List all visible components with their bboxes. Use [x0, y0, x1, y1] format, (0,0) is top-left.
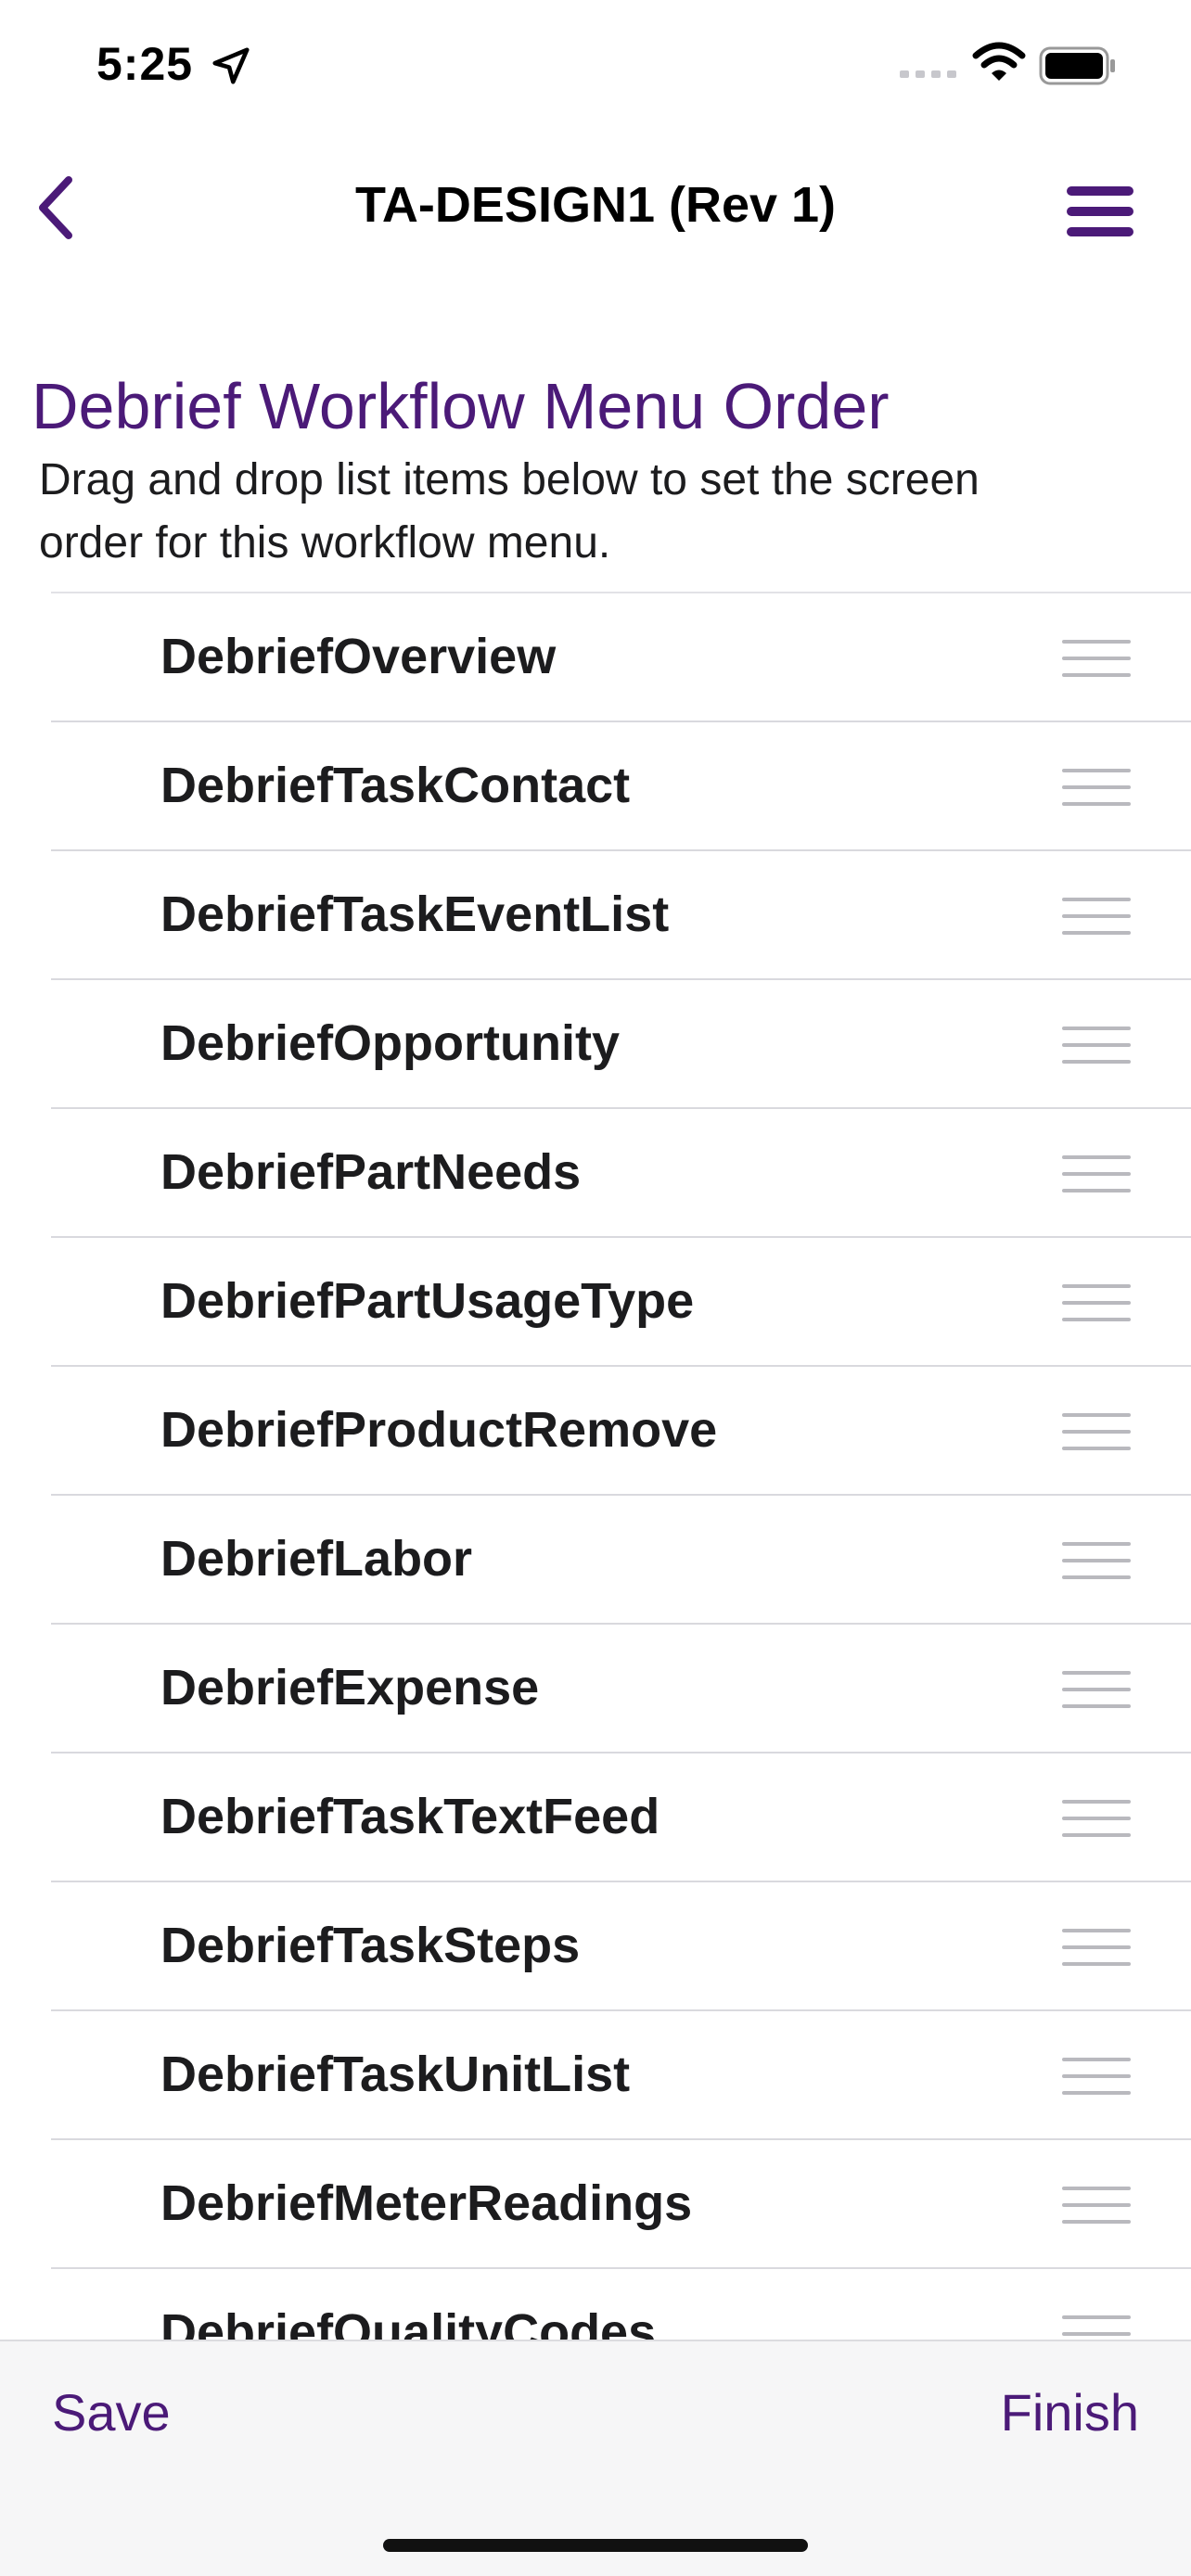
workflow-menu-list: DebriefOverview DebriefTaskContact Debri…	[51, 592, 1191, 2340]
list-item[interactable]: DebriefMeterReadings	[51, 2140, 1191, 2269]
wifi-icon	[972, 42, 1026, 81]
list-item[interactable]: DebriefTaskEventList	[51, 851, 1191, 980]
drag-handle-icon[interactable]	[1062, 769, 1131, 806]
list-item-label: DebriefTaskContact	[160, 758, 631, 813]
screen: 5:25 TA-DESIGN1 (Rev 1) Debrief Workflow…	[0, 0, 1191, 2576]
list-item-label: DebriefLabor	[160, 1531, 473, 1587]
hamburger-menu-icon	[1067, 186, 1133, 236]
list-item-label: DebriefOpportunity	[160, 1015, 620, 1071]
list-item-label: DebriefProductRemove	[160, 1402, 718, 1458]
list-item[interactable]: DebriefProductRemove	[51, 1367, 1191, 1496]
menu-button[interactable]	[1056, 174, 1145, 249]
drag-handle-icon[interactable]	[1062, 1542, 1131, 1579]
list-item[interactable]: DebriefQualityCodes	[51, 2269, 1191, 2340]
list-item-label: DebriefPartUsageType	[160, 1273, 695, 1329]
list-item[interactable]: DebriefOverview	[51, 593, 1191, 722]
drag-handle-icon[interactable]	[1062, 1671, 1131, 1708]
list-item[interactable]: DebriefTaskTextFeed	[51, 1753, 1191, 1882]
list-item-label: DebriefTaskEventList	[160, 886, 670, 942]
list-item[interactable]: DebriefTaskContact	[51, 722, 1191, 851]
cellular-signal-icon	[900, 70, 956, 78]
list-item-label: DebriefTaskUnitList	[160, 2047, 631, 2102]
drag-handle-icon[interactable]	[1062, 1800, 1131, 1837]
list-item-label: DebriefMeterReadings	[160, 2175, 693, 2231]
drag-handle-icon[interactable]	[1062, 2058, 1131, 2095]
list-item-label: DebriefExpense	[160, 1660, 540, 1715]
list-item[interactable]: DebriefExpense	[51, 1625, 1191, 1753]
list-item[interactable]: DebriefTaskUnitList	[51, 2011, 1191, 2140]
page-description: Drag and drop list items below to set th…	[39, 455, 980, 567]
list-item-label: DebriefOverview	[160, 629, 557, 684]
status-bar: 5:25	[0, 0, 1191, 139]
list-item[interactable]: DebriefLabor	[51, 1496, 1191, 1625]
navigation-bar: TA-DESIGN1 (Rev 1)	[0, 148, 1191, 269]
finish-button[interactable]: Finish	[1001, 2382, 1139, 2442]
page-title: Debrief Workflow Menu Order	[32, 370, 890, 442]
drag-handle-icon[interactable]	[1062, 898, 1131, 935]
list-item-label: DebriefQualityCodes	[160, 2304, 657, 2340]
drag-handle-icon[interactable]	[1062, 1155, 1131, 1192]
drag-handle-icon[interactable]	[1062, 1027, 1131, 1064]
drag-handle-icon[interactable]	[1062, 2315, 1131, 2340]
drag-handle-icon[interactable]	[1062, 1413, 1131, 1450]
location-arrow-icon	[212, 47, 250, 84]
list-item-label: DebriefPartNeeds	[160, 1144, 582, 1200]
list-item[interactable]: DebriefPartUsageType	[51, 1238, 1191, 1367]
list-item[interactable]: DebriefPartNeeds	[51, 1109, 1191, 1238]
drag-handle-icon[interactable]	[1062, 1284, 1131, 1321]
list-item-label: DebriefTaskSteps	[160, 1918, 581, 1973]
drag-handle-icon[interactable]	[1062, 2187, 1131, 2224]
home-indicator	[383, 2539, 808, 2552]
nav-title: TA-DESIGN1 (Rev 1)	[354, 177, 837, 233]
status-time: 5:25	[96, 38, 194, 90]
list-item-label: DebriefTaskTextFeed	[160, 1789, 660, 1844]
list-item[interactable]: DebriefOpportunity	[51, 980, 1191, 1109]
drag-handle-icon[interactable]	[1062, 1929, 1131, 1966]
battery-icon	[1039, 46, 1115, 85]
list-item[interactable]: DebriefTaskSteps	[51, 1882, 1191, 2011]
save-button[interactable]: Save	[52, 2382, 171, 2442]
drag-handle-icon[interactable]	[1062, 640, 1131, 677]
